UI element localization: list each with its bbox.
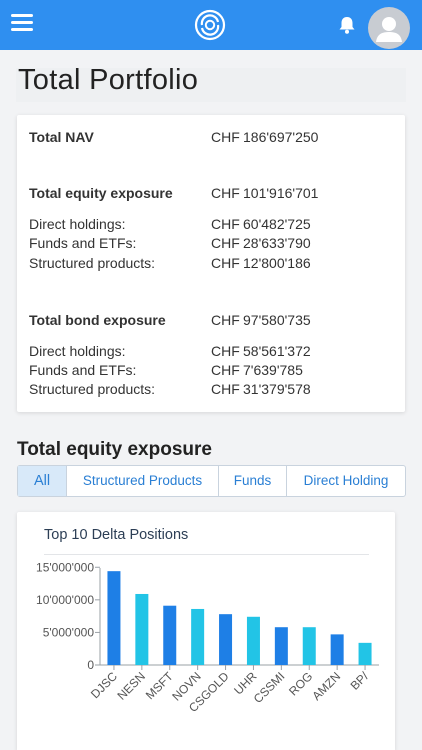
delta-positions-bar-chart: 0 5'000'000 10'000'000 15'000'000 DJSCNESNMS…	[36, 560, 379, 715]
top-app-bar	[0, 0, 422, 50]
row-value: 58'561'372	[243, 343, 311, 359]
y-tick-label: 5'000'000	[43, 625, 95, 639]
bond-total-currency: CHF	[211, 312, 240, 328]
bar	[358, 642, 372, 665]
equity-total-currency: CHF	[211, 185, 240, 201]
equity-exposure-heading: Total equity exposure	[17, 439, 212, 460]
row-currency: CHF	[211, 255, 240, 271]
bar	[163, 605, 177, 665]
row-label: Funds and ETFs:	[29, 362, 137, 378]
tab-funds[interactable]: Funds	[219, 466, 287, 496]
bar	[246, 616, 260, 665]
tab-direct-holding[interactable]: Direct Holding	[287, 466, 405, 496]
ring-logo-icon[interactable]	[193, 8, 227, 42]
row-label: Structured products:	[29, 255, 156, 271]
bar	[135, 593, 149, 665]
user-avatar[interactable]	[368, 7, 410, 49]
bond-total-value: 97'580'735	[243, 312, 311, 328]
hamburger-menu-icon[interactable]	[11, 14, 33, 34]
x-tick-label: CSSMI	[251, 669, 288, 706]
bar	[274, 627, 288, 665]
row-label: Funds and ETFs:	[29, 235, 137, 251]
row-currency: CHF	[211, 216, 240, 232]
row-value: 60'482'725	[243, 216, 311, 232]
y-tick-label: 0	[87, 658, 94, 672]
total-nav-label: Total NAV	[29, 129, 94, 145]
x-tick-label: AMZN	[309, 669, 343, 703]
tab-all[interactable]: All	[18, 466, 67, 496]
bar	[191, 608, 205, 665]
row-label: Structured products:	[29, 381, 156, 397]
bar	[302, 627, 316, 665]
x-tick-label: BP/	[348, 669, 372, 693]
nav-summary-card: Total NAV CHF 186'697'250 Total equity e…	[17, 115, 405, 412]
x-tick-label: MSFT	[143, 669, 176, 702]
tab-structured-products[interactable]: Structured Products	[67, 466, 219, 496]
total-nav-value: 186'697'250	[243, 129, 319, 145]
row-value: 31'379'578	[243, 381, 311, 397]
page-title: Total Portfolio	[18, 64, 199, 96]
row-value: 12'800'186	[243, 255, 311, 271]
bar	[219, 614, 233, 665]
row-currency: CHF	[211, 362, 240, 378]
row-currency: CHF	[211, 235, 240, 251]
user-avatar-icon	[376, 17, 402, 42]
row-currency: CHF	[211, 343, 240, 359]
y-tick-label: 10'000'000	[36, 593, 94, 607]
row-label: Direct holdings:	[29, 343, 126, 359]
equity-total-value: 101'916'701	[243, 185, 319, 201]
y-tick-label: 15'000'000	[36, 560, 94, 574]
bar	[330, 634, 344, 665]
x-tick-label: DJSC	[88, 669, 120, 701]
row-value: 7'639'785	[243, 362, 303, 378]
x-tick-label: NESN	[114, 669, 147, 702]
bar	[107, 571, 121, 665]
bond-total-label: Total bond exposure	[29, 312, 166, 328]
equity-total-label: Total equity exposure	[29, 185, 173, 201]
row-currency: CHF	[211, 381, 240, 397]
row-label: Direct holdings:	[29, 216, 126, 232]
bell-icon[interactable]	[337, 15, 357, 35]
exposure-filter-tabs: All Structured Products Funds Direct Hol…	[17, 465, 406, 497]
delta-positions-chart-card: Top 10 Delta Positions 0 5'000'000 10'000'…	[17, 512, 395, 750]
total-nav-currency: CHF	[211, 129, 240, 145]
row-value: 28'633'790	[243, 235, 311, 251]
